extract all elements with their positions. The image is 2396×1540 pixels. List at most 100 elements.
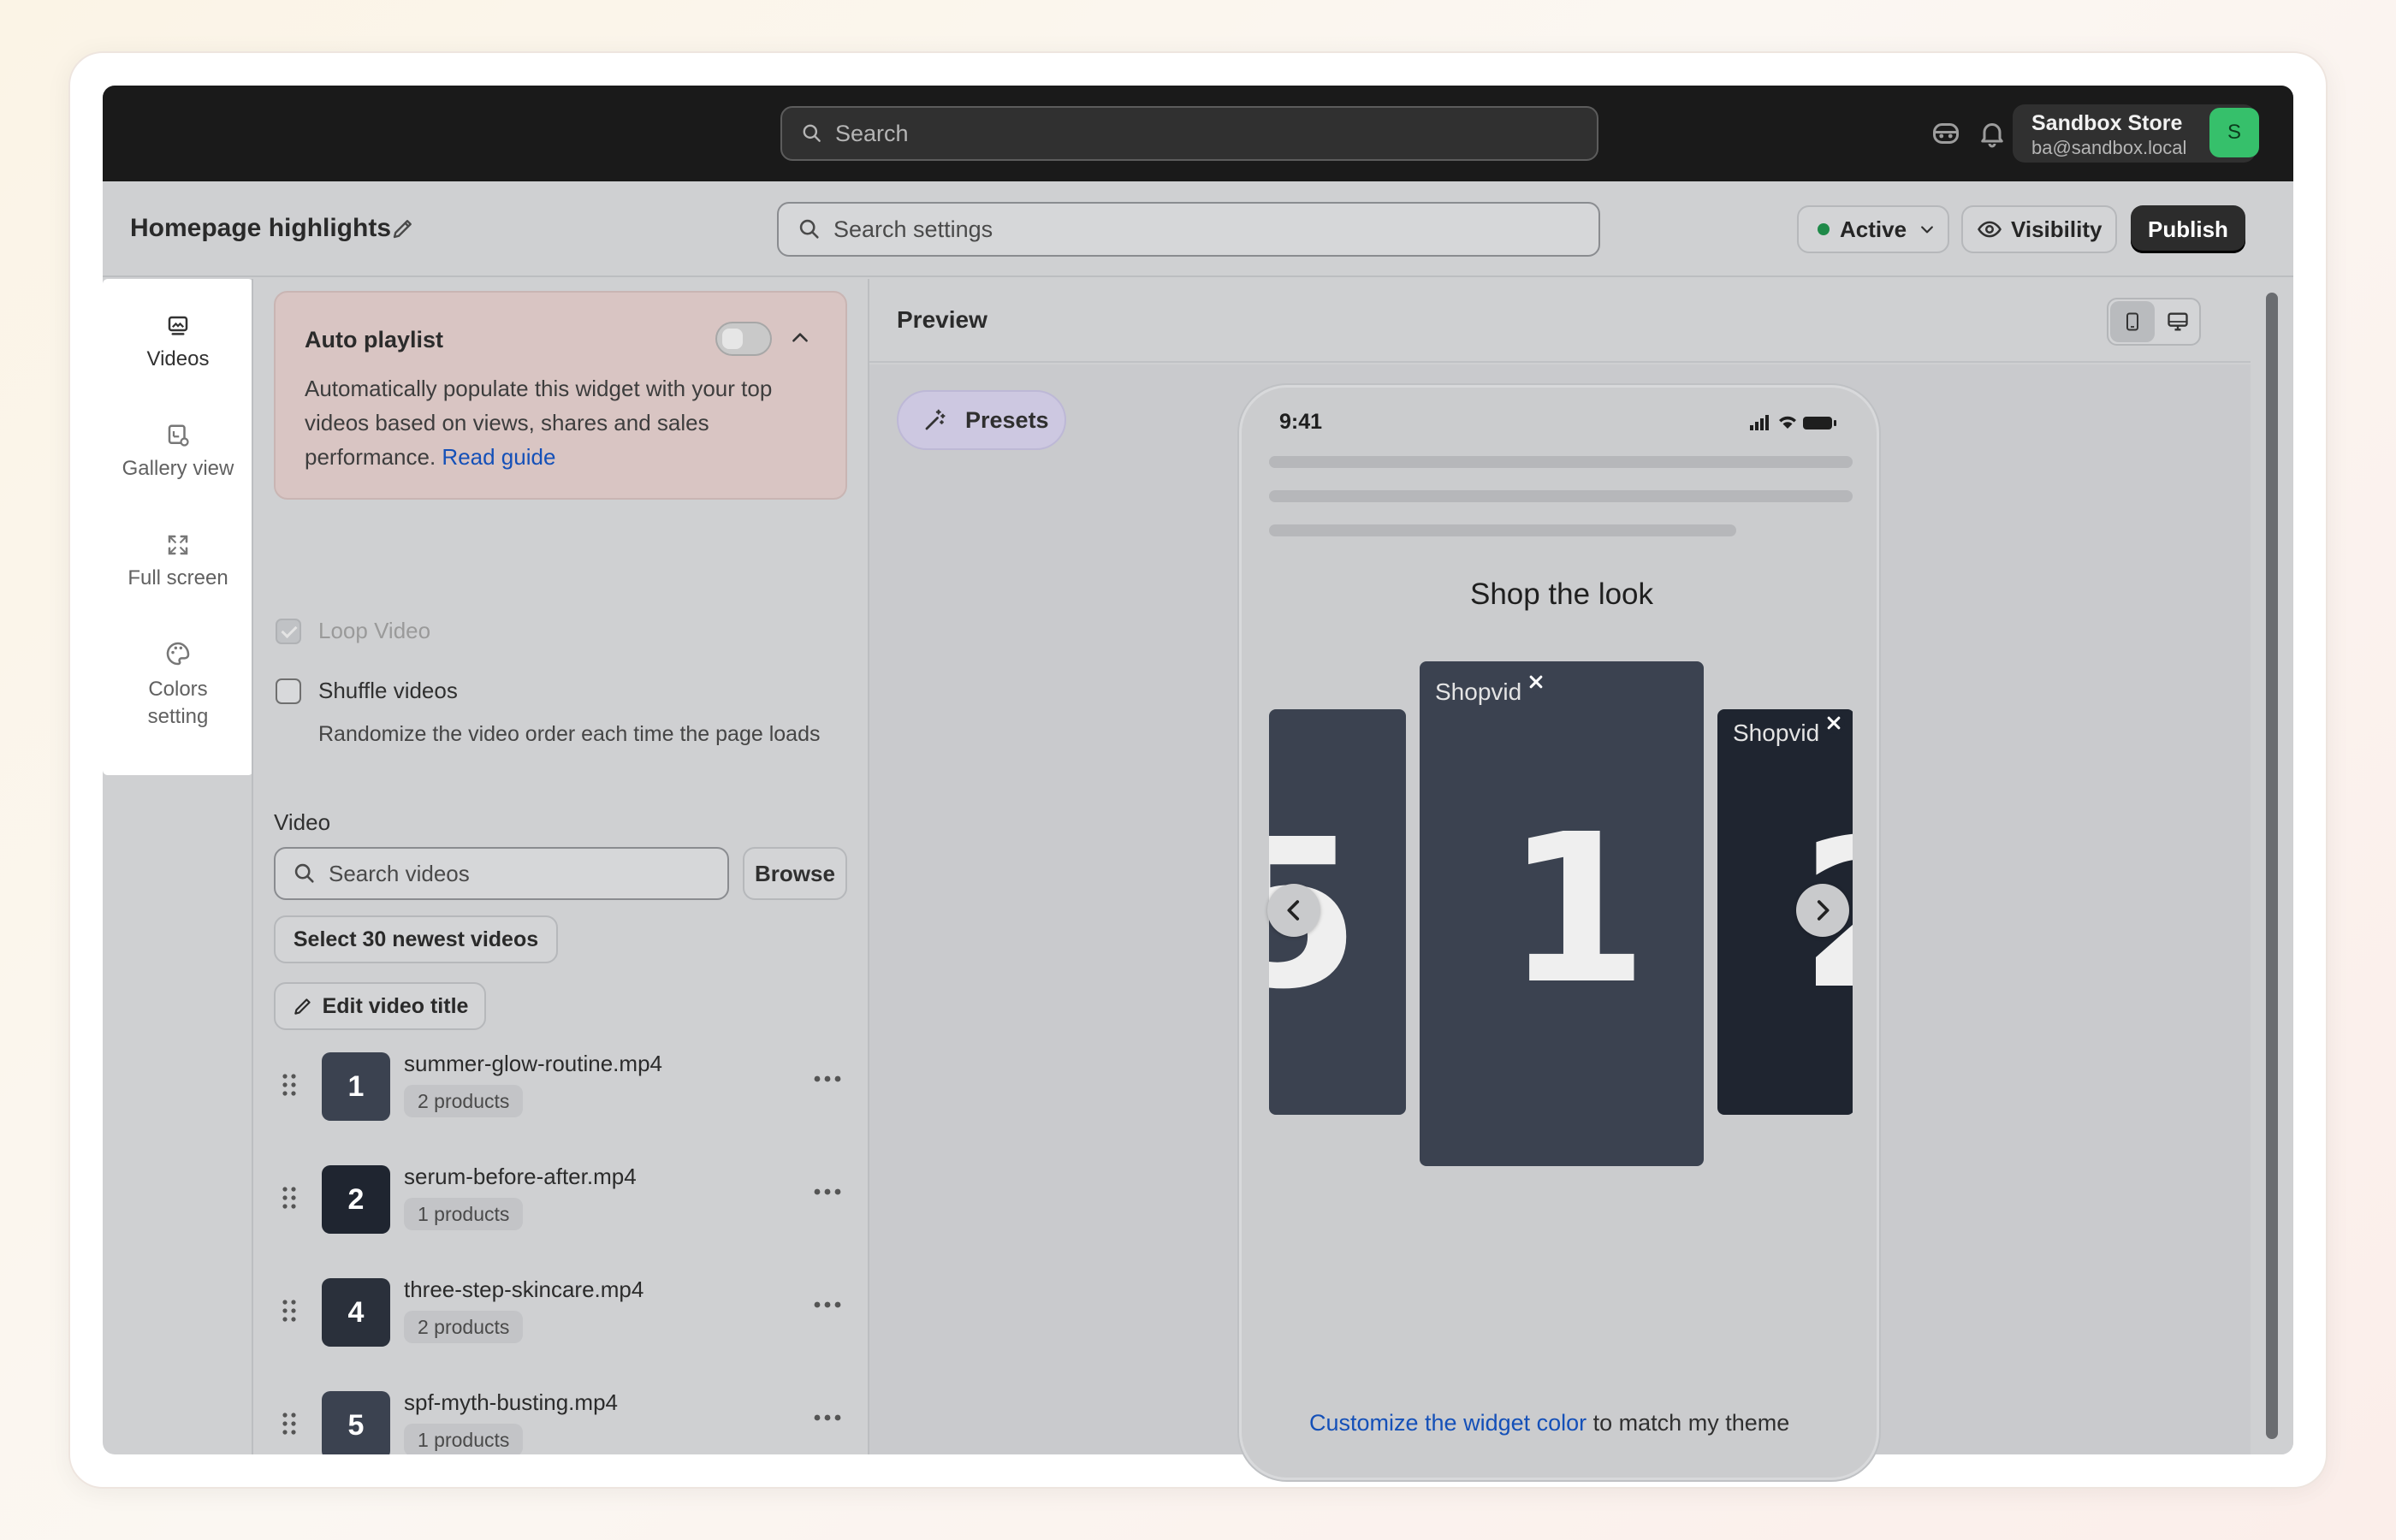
bell-icon[interactable] [1977, 118, 2008, 149]
settings-search-placeholder: Search settings [833, 216, 993, 242]
auto-playlist-toggle[interactable] [715, 322, 772, 356]
table-row[interactable]: 5 spf-myth-busting.mp4 1 products [274, 1386, 856, 1454]
device-toggle [2107, 298, 2201, 346]
customize-hint-text: to match my theme [1586, 1410, 1790, 1436]
nav-item-colors-setting[interactable]: Colors setting [103, 640, 253, 731]
nav-label-colors-setting: Colors setting [147, 678, 209, 728]
loop-video-label: Loop Video [318, 618, 431, 643]
close-icon[interactable] [1524, 670, 1548, 694]
mobile-view-button[interactable] [2110, 301, 2155, 342]
phone-time: 9:41 [1279, 410, 1323, 434]
video-filename: spf-myth-busting.mp4 [404, 1389, 618, 1415]
edit-video-title-button[interactable]: Edit video title [274, 982, 486, 1030]
pencil-icon[interactable] [390, 216, 416, 241]
card-brand-logo: Shopvid [1733, 720, 1820, 746]
phone-status-icons [1750, 415, 1836, 430]
drag-handle-icon[interactable] [281, 1071, 298, 1100]
status-dropdown[interactable]: Active [1797, 205, 1949, 253]
shuffle-videos-option: Shuffle videos [276, 678, 458, 704]
select-newest-button[interactable]: Select 30 newest videos [274, 915, 558, 963]
drag-handle-icon[interactable] [281, 1410, 298, 1439]
table-row[interactable]: 2 serum-before-after.mp4 1 products [274, 1160, 856, 1237]
preview-scrollbar[interactable] [2252, 279, 2293, 1454]
settings-nav: Videos Gallery view Full screen Colors s… [103, 279, 253, 775]
more-options-icon[interactable] [813, 1188, 842, 1196]
carousel-prev-button[interactable] [1267, 884, 1320, 937]
card-number: 1 [1505, 790, 1648, 1029]
chevron-down-icon [1921, 226, 1933, 234]
video-search-input[interactable]: Search videos [274, 847, 729, 900]
status-label: Active [1840, 216, 1907, 242]
visibility-button[interactable]: Visibility [1961, 205, 2117, 253]
skeleton-line [1269, 456, 1853, 468]
videos-icon [168, 316, 188, 335]
gallery-icon [168, 424, 189, 447]
page-header: Homepage highlights Search settings Acti… [103, 181, 2293, 277]
skeleton-line [1269, 490, 1853, 502]
nav-item-full-screen[interactable]: Full screen [103, 532, 253, 590]
page-title: Homepage highlights [130, 214, 392, 242]
loop-video-option: Loop Video [276, 618, 430, 644]
scrollbar-thumb[interactable] [2266, 293, 2278, 1439]
drag-handle-icon[interactable] [281, 1297, 298, 1326]
pencil-icon [294, 998, 311, 1015]
shuffle-videos-checkbox[interactable] [276, 678, 301, 704]
global-search-input[interactable]: Search [780, 106, 1598, 161]
settings-search-input[interactable]: Search settings [777, 202, 1600, 257]
widget-title: Shop the look [1469, 578, 1654, 611]
video-thumbnail: 4 [322, 1278, 390, 1347]
preview-header: Preview [869, 279, 2251, 363]
carousel-next-button[interactable] [1796, 884, 1849, 937]
video-thumbnail: 2 [322, 1165, 390, 1234]
table-row[interactable]: 1 summer-glow-routine.mp4 2 products [274, 1047, 856, 1124]
loop-video-checkbox[interactable] [276, 618, 301, 644]
nav-label-videos: Videos [146, 347, 210, 370]
desktop-view-button[interactable] [2156, 301, 2199, 342]
video-filename: summer-glow-routine.mp4 [404, 1051, 662, 1076]
carousel-card-active[interactable]: Shopvid 1 [1420, 661, 1704, 1166]
preview-title: Preview [897, 306, 987, 333]
top-bar: Search Sandbox Store ba@sandbox.local S [103, 86, 2293, 181]
app-window: Search Sandbox Store ba@sandbox.local S … [103, 86, 2293, 1454]
chevron-up-icon[interactable] [789, 327, 811, 349]
product-count-badge: 1 products [404, 1198, 524, 1230]
read-guide-link[interactable]: Read guide [442, 444, 555, 470]
table-row[interactable]: 4 three-step-skincare.mp4 2 products [274, 1273, 856, 1350]
search-icon [294, 863, 314, 883]
presets-label: Presets [965, 406, 1049, 433]
product-count-badge: 2 products [404, 1085, 524, 1117]
close-icon[interactable] [1822, 711, 1846, 735]
nav-item-gallery-view[interactable]: Gallery view [103, 423, 253, 481]
more-options-icon[interactable] [813, 1075, 842, 1083]
search-icon [799, 219, 819, 239]
drag-handle-icon[interactable] [281, 1184, 298, 1213]
more-options-icon[interactable] [813, 1413, 842, 1422]
auto-playlist-title: Auto playlist [305, 327, 444, 352]
search-icon [803, 124, 821, 142]
store-name: Sandbox Store [2031, 111, 2183, 135]
video-filename: serum-before-after.mp4 [404, 1164, 637, 1189]
sidekick-icon[interactable] [1930, 118, 1961, 149]
customize-hint: Customize the widget color to match my t… [1309, 1410, 1789, 1436]
video-search-placeholder: Search videos [329, 860, 470, 886]
chevron-right-icon [1817, 900, 1830, 921]
mobile-icon [2126, 312, 2138, 331]
product-count-badge: 1 products [404, 1424, 524, 1454]
palette-icon [166, 642, 190, 666]
global-search-placeholder: Search [835, 120, 909, 146]
more-options-icon[interactable] [813, 1300, 842, 1309]
customize-color-link[interactable]: Customize the widget color [1309, 1410, 1586, 1436]
shuffle-videos-label: Shuffle videos [318, 678, 458, 703]
video-filename: three-step-skincare.mp4 [404, 1276, 644, 1302]
nav-item-videos[interactable]: Videos [103, 313, 253, 371]
browse-button[interactable]: Browse [743, 847, 847, 900]
video-thumbnail: 5 [322, 1391, 390, 1454]
avatar[interactable]: S [2209, 108, 2259, 157]
auto-playlist-card: Auto playlist Automatically populate thi… [274, 291, 847, 500]
fullscreen-icon [168, 535, 188, 555]
shuffle-help-text: Randomize the video order each time the … [318, 722, 821, 746]
presets-button[interactable]: Presets [897, 390, 1066, 450]
video-thumbnail: 1 [322, 1052, 390, 1121]
publish-button[interactable]: Publish [2131, 205, 2245, 253]
nav-divider [252, 279, 253, 1454]
